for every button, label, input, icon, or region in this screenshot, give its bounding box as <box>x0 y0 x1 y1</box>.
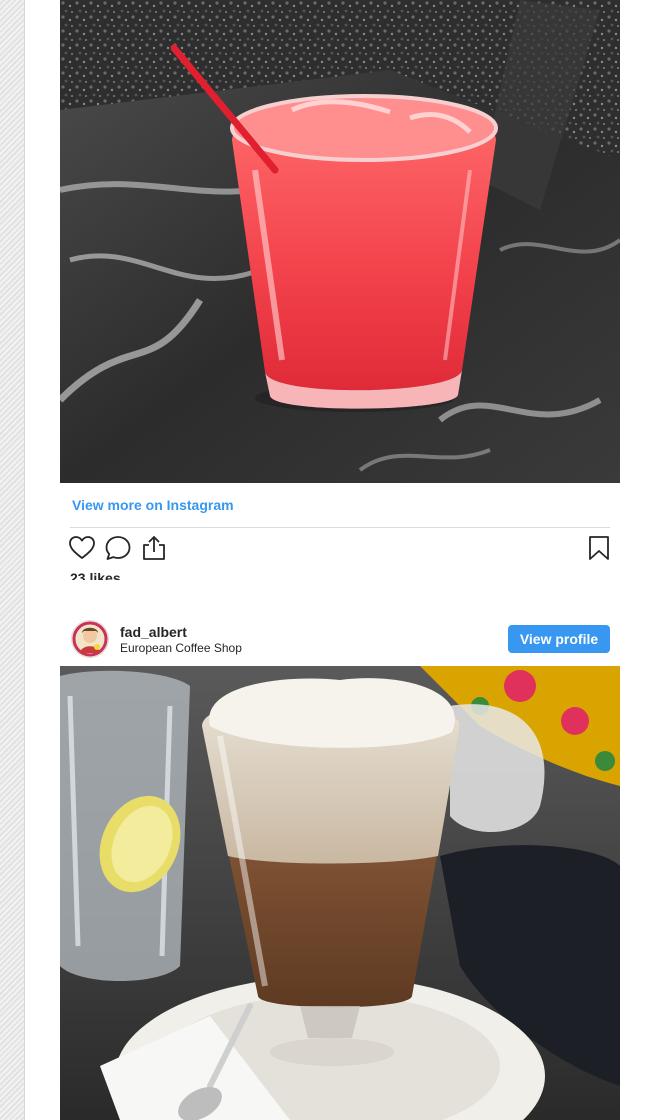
post-2-photo[interactable] <box>60 666 620 1120</box>
left-scroll-gutter <box>0 0 25 1120</box>
latte-image <box>60 666 620 1120</box>
red-drink-image <box>60 0 620 483</box>
view-more-on-instagram-link[interactable]: View more on Instagram <box>72 497 234 513</box>
heart-icon[interactable] <box>68 534 96 562</box>
bookmark-icon[interactable] <box>585 534 613 562</box>
comment-icon[interactable] <box>104 534 132 562</box>
post-1-divider <box>70 527 610 528</box>
avatar[interactable] <box>72 621 108 657</box>
share-icon[interactable] <box>140 534 168 562</box>
page: View more on Instagram 23 likes fad_albe… <box>0 0 651 1120</box>
view-profile-button[interactable]: View profile <box>508 625 610 653</box>
post-2-location[interactable]: European Coffee Shop <box>120 641 242 655</box>
post-2-username[interactable]: fad_albert <box>120 624 187 640</box>
post-1-photo[interactable] <box>60 0 620 483</box>
likes-count: 23 likes <box>70 570 121 580</box>
